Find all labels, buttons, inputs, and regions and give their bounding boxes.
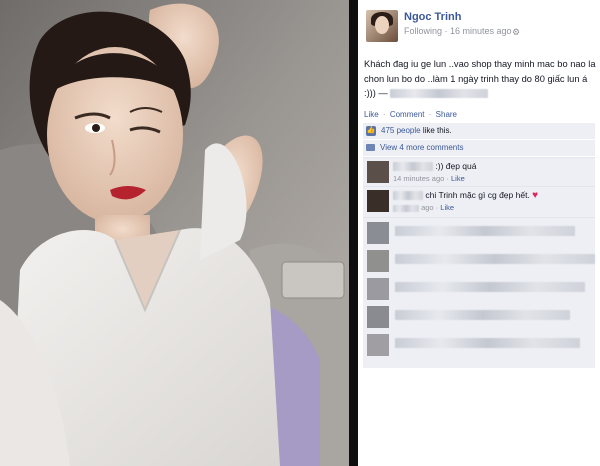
post-actions: Like · Comment · Share (364, 110, 459, 119)
comment-item: chi Trinh mặc gì cg đẹp hết. ♥ ago · Lik… (363, 186, 595, 217)
separator: · (446, 174, 449, 183)
comment-body: chi Trinh mặc gì cg đẹp hết. (425, 190, 530, 200)
view-more-comments[interactable]: View 4 more comments (363, 140, 595, 156)
comment-like-link[interactable]: Like (451, 174, 465, 183)
blurred-time (393, 204, 419, 212)
blurred-avatar (367, 222, 389, 244)
comment-time: ago (421, 203, 434, 212)
separator: · (435, 203, 439, 212)
commenter-avatar[interactable] (367, 190, 389, 212)
blurred-comments (363, 217, 595, 368)
post-header: Ngoc Trinh Following · 16 minutes ago · … (358, 0, 600, 48)
like-link[interactable]: Like (364, 110, 379, 119)
author-avatar[interactable] (366, 10, 398, 42)
author-name[interactable]: Ngoc Trinh (404, 11, 461, 23)
blurred-avatar (367, 278, 389, 300)
comment-time: 14 minutes ago (393, 174, 445, 183)
heart-icon: ♥ (532, 190, 539, 201)
photo-divider (349, 0, 358, 466)
blurred-text (395, 226, 575, 236)
post-photo[interactable] (0, 0, 349, 466)
likes-suffix: like this. (422, 126, 452, 135)
blurred-name[interactable] (393, 162, 433, 172)
selfie-image (0, 0, 349, 466)
thumbs-up-icon: 👍 (366, 126, 376, 136)
post-caption: Khách đag iu ge lun ..vao shop thay minh… (364, 57, 596, 101)
comment-meta: ago · Like (393, 203, 454, 212)
blurred-text (395, 338, 580, 348)
likes-count-link[interactable]: 475 people (381, 126, 421, 135)
separator: · (428, 110, 432, 119)
blurred-avatar (367, 306, 389, 328)
comment-link[interactable]: Comment (390, 110, 425, 119)
post-meta: Following · 16 minutes ago · (404, 26, 518, 36)
blurred-text (395, 282, 585, 292)
blurred-tag (390, 89, 489, 99)
blurred-text (395, 310, 570, 320)
view-more-label[interactable]: View 4 more comments (380, 143, 463, 152)
blurred-avatar (367, 250, 389, 272)
blurred-text (395, 254, 595, 264)
gear-icon[interactable]: ⚙ (512, 27, 520, 38)
avatar-face (375, 16, 389, 34)
comment-text: :)) đẹp quá (393, 161, 477, 172)
comment-like-link[interactable]: Like (440, 203, 454, 212)
share-link[interactable]: Share (436, 110, 457, 119)
likes-text: 475 people like this. (381, 126, 452, 135)
likes-summary: 👍 475 people like this. (363, 123, 595, 139)
separator: · (382, 110, 386, 119)
comment-bubble-icon (366, 144, 375, 151)
comment-text: chi Trinh mặc gì cg đẹp hết. ♥ (393, 190, 538, 201)
comment-body: :)) đẹp quá (435, 161, 477, 171)
comment-meta: 14 minutes ago · Like (393, 174, 465, 183)
comment-item: :)) đẹp quá 14 minutes ago · Like (363, 157, 595, 186)
blurred-name[interactable] (393, 191, 423, 201)
post-sidebar: Ngoc Trinh Following · 16 minutes ago · … (358, 0, 600, 466)
commenter-avatar[interactable] (367, 161, 389, 183)
blurred-avatar (367, 334, 389, 356)
